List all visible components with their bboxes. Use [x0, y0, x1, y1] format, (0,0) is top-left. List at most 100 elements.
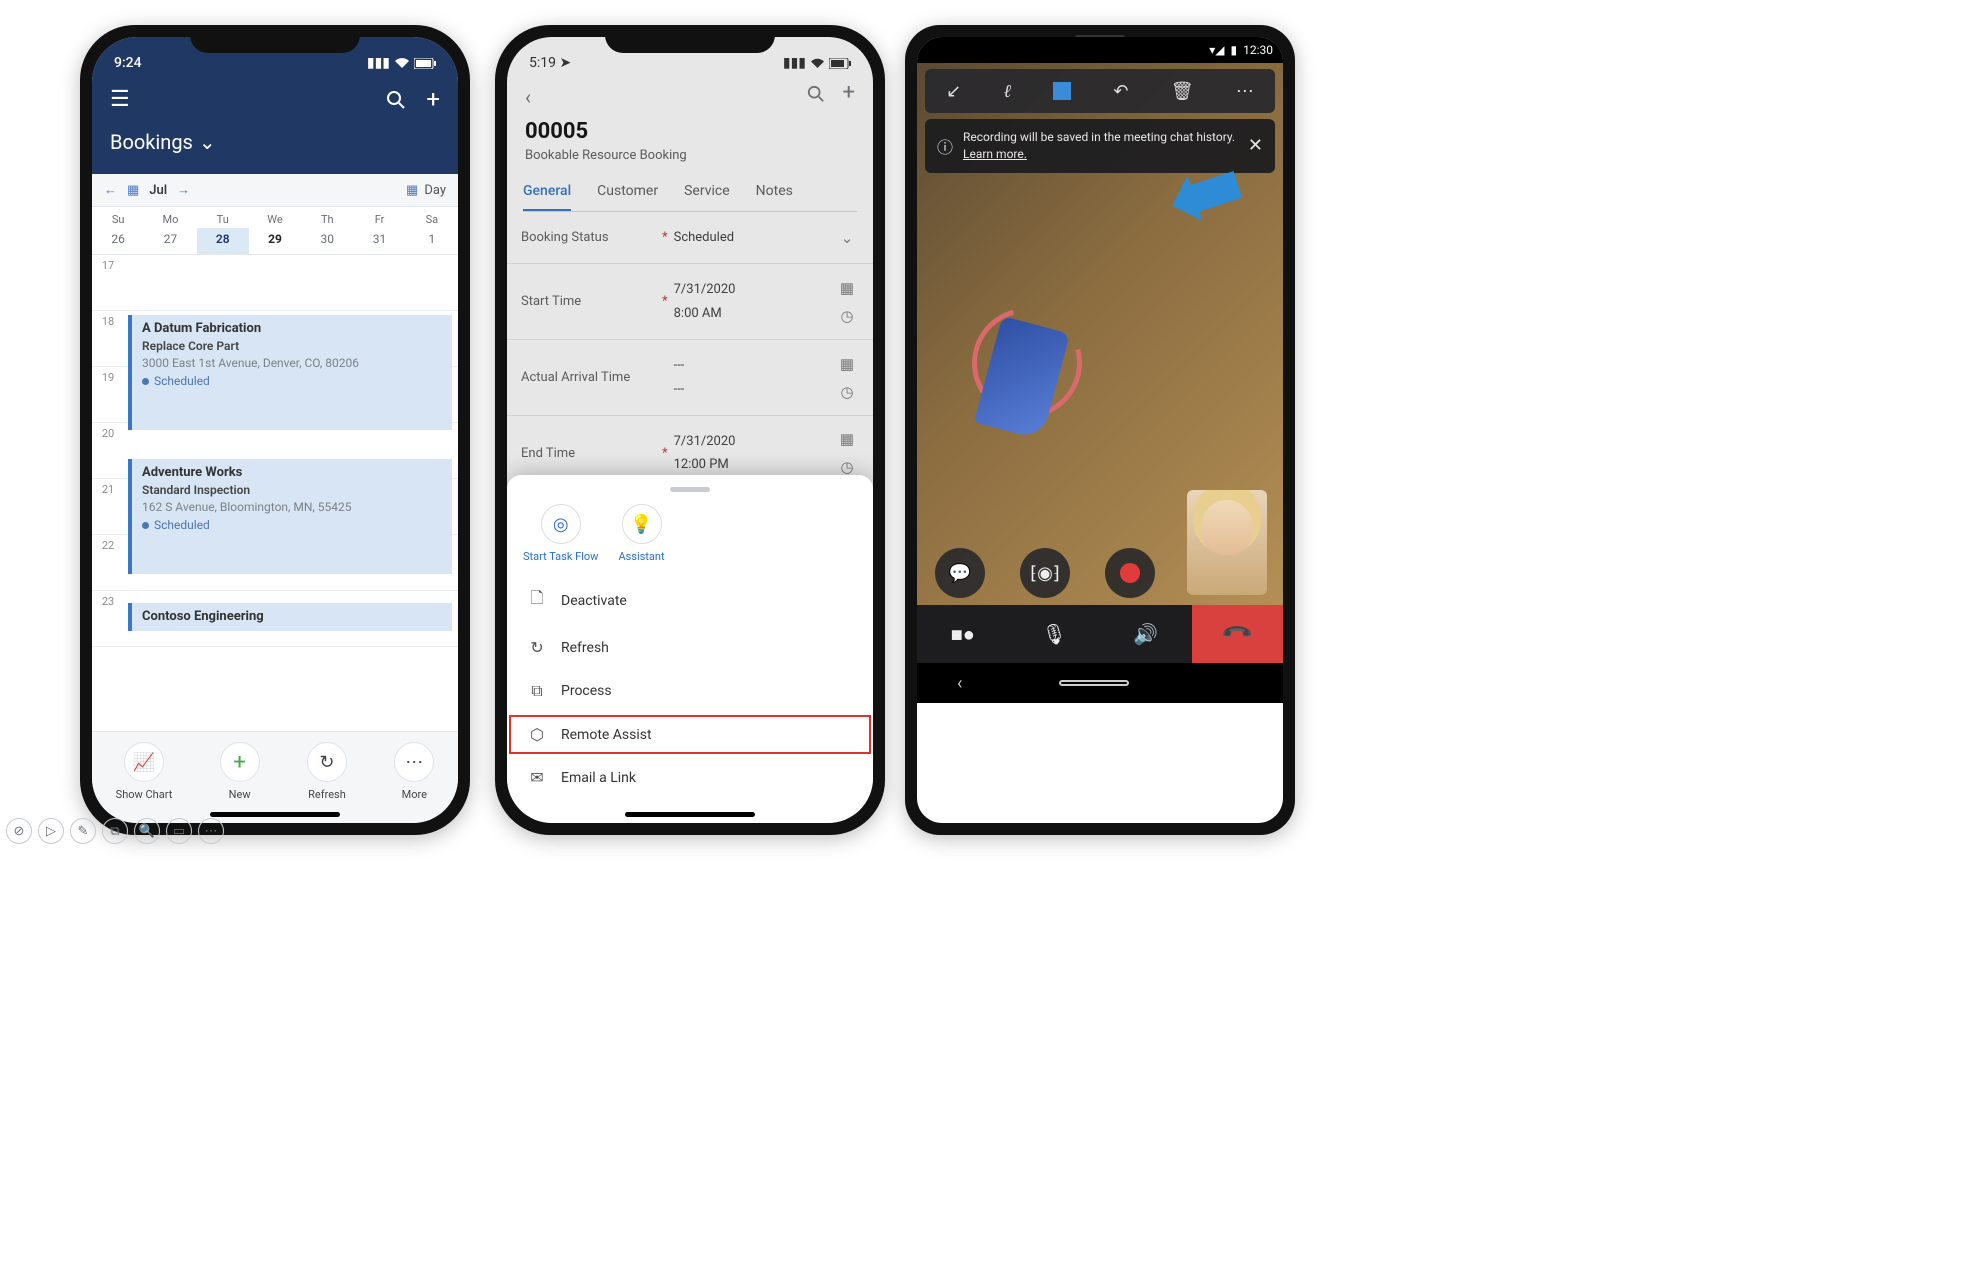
wifi-icon [394, 57, 410, 69]
booking-event[interactable]: Contoso Engineering [128, 603, 452, 631]
ink-icon[interactable]: ℓ [1003, 81, 1011, 102]
scan-button[interactable]: ⁅◉⁆ [1020, 548, 1070, 598]
day-cell[interactable]: 31 [353, 228, 405, 254]
scan-icon: ⁅◉⁆ [1030, 563, 1060, 584]
process-icon: ⧉ [527, 681, 547, 701]
status-bar: ▾◢ ▮ 12:30 [917, 37, 1283, 63]
collapse-icon[interactable]: ↙ [946, 81, 961, 102]
learn-more-link[interactable]: Learn more. [963, 147, 1027, 161]
editor-footer-toolbar: ⊘ ▷ ✎ ⧉ 🔍 ▭ ⋯ [6, 818, 224, 844]
bottom-toolbar: 📈 Show Chart + New ↻ Refresh ⋯ More [92, 731, 458, 823]
self-video-thumbnail[interactable] [1187, 490, 1267, 595]
chat-button[interactable]: 💬 [935, 548, 985, 598]
video-feed: ↙ ℓ ↶ 🗑 ⋯ ⓘ Recording will be saved in t… [917, 63, 1283, 663]
camera-toggle-button[interactable]: ■● [917, 605, 1009, 663]
call-control-bar: ■● 🎙 🔊 📞 [917, 605, 1283, 663]
day-cell[interactable]: 26 [92, 228, 144, 254]
day-cell[interactable]: 1 [406, 228, 458, 254]
recording-banner: ⓘ Recording will be saved in the meeting… [925, 119, 1275, 173]
remote-assist-icon: ⬡ [527, 725, 547, 744]
menu-process[interactable]: ⧉Process [507, 669, 873, 713]
signal-icon: ▮▮▮ [367, 55, 390, 71]
play-icon[interactable]: ▷ [38, 818, 64, 844]
battery-icon [414, 58, 436, 69]
more-button[interactable]: ⋯ More [394, 742, 434, 801]
status-icons: ▮▮▮ [367, 55, 436, 71]
show-chart-button[interactable]: 📈 Show Chart [116, 742, 173, 801]
status-time: 12:30 [1243, 43, 1273, 57]
phone-booking-detail: 5:19 ➤ ▮▮▮ ‹ + 0000 [495, 25, 885, 835]
day-cell-selected[interactable]: 28 [197, 228, 249, 254]
home-button[interactable] [1059, 680, 1129, 686]
menu-remote-assist[interactable]: ⬡Remote Assist [507, 713, 873, 756]
battery-icon: ▮ [1231, 43, 1238, 57]
close-icon[interactable]: ✕ [1248, 135, 1263, 156]
color-swatch[interactable] [1053, 82, 1071, 100]
status-time: 9:24 [114, 55, 142, 71]
pencil-icon[interactable]: ✎ [70, 818, 96, 844]
month-label: Jul [149, 183, 167, 198]
page-title[interactable]: Bookings ⌄ [110, 130, 440, 154]
signal-icon: ▾◢ [1209, 43, 1224, 57]
tool-icon[interactable]: ⊘ [6, 818, 32, 844]
phone-remote-assist-call: ▾◢ ▮ 12:30 ↙ ℓ ↶ 🗑 ⋯ ⓘ Recording will be… [905, 25, 1295, 835]
call-actions-row: 💬 ⁅◉⁆ [917, 548, 1173, 598]
mic-icon: 🎙 [1042, 622, 1067, 646]
add-icon[interactable]: + [426, 90, 440, 110]
arrow-left-icon[interactable]: ← [104, 182, 117, 198]
new-button[interactable]: + New [220, 742, 260, 801]
speaker-toggle-button[interactable]: 🔊 [1100, 605, 1192, 663]
refresh-icon: ↻ [527, 638, 547, 657]
home-indicator[interactable] [210, 812, 340, 817]
calendar-icon[interactable]: ▦ [127, 183, 139, 198]
speaker-icon: 🔊 [1133, 622, 1158, 646]
more-icon[interactable]: ⋯ [1236, 81, 1254, 102]
end-call-button[interactable]: 📞 [1192, 605, 1284, 663]
day-cell-today[interactable]: 29 [249, 228, 301, 254]
app-header: ☰ + Bookings ⌄ [92, 73, 458, 174]
start-task-flow-button[interactable]: ◎ Start Task Flow [523, 504, 598, 563]
trash-icon[interactable]: 🗑 [1171, 81, 1194, 102]
chart-icon: 📈 [133, 752, 155, 773]
target-icon: ◎ [553, 514, 569, 535]
refresh-button[interactable]: ↻ Refresh [307, 742, 347, 801]
refresh-icon: ↻ [319, 752, 334, 773]
more-icon[interactable]: ⋯ [198, 818, 224, 844]
display-icon[interactable]: ▭ [166, 818, 192, 844]
search-icon[interactable] [386, 90, 406, 110]
day-cell[interactable]: 30 [301, 228, 353, 254]
action-sheet: ◎ Start Task Flow 💡 Assistant 🗋Deactivat… [507, 475, 873, 823]
undo-icon[interactable]: ↶ [1113, 81, 1128, 102]
plus-icon: + [233, 750, 245, 775]
menu-email-link[interactable]: ✉Email a Link [507, 756, 873, 799]
chevron-down-icon: ⌄ [199, 130, 216, 154]
calendar-body: 17 18 19 20 21 22 23 A Datum Fabrication… [92, 255, 458, 647]
hamburger-icon[interactable]: ☰ [110, 87, 130, 112]
weekday-row: Su Mo Tu We Th Fr Sa [92, 207, 458, 228]
booking-event[interactable]: A Datum Fabrication Replace Core Part 30… [128, 315, 452, 430]
phone-bookings: 9:24 ▮▮▮ ☰ + [80, 25, 470, 835]
calendar-nav: ← ▦ Jul → ▦ Day [92, 174, 458, 207]
menu-deactivate[interactable]: 🗋Deactivate [507, 575, 873, 626]
menu-refresh[interactable]: ↻Refresh [507, 626, 873, 669]
back-button[interactable]: ‹ [957, 673, 962, 694]
deactivate-icon: 🗋 [527, 587, 547, 614]
info-icon: ⓘ [937, 134, 953, 158]
hangup-icon: 📞 [1220, 617, 1255, 652]
arrow-right-icon[interactable]: → [177, 182, 190, 198]
booking-event[interactable]: Adventure Works Standard Inspection 162 … [128, 459, 452, 574]
daynum-row: 26 27 28 29 30 31 1 [92, 228, 458, 255]
android-nav-bar: ‹ [917, 663, 1283, 703]
grabber[interactable] [670, 487, 710, 492]
calendar-icon: ▦ [406, 183, 418, 198]
view-mode[interactable]: Day [424, 183, 446, 198]
day-cell[interactable]: 27 [144, 228, 196, 254]
copy-icon[interactable]: ⧉ [102, 818, 128, 844]
assistant-button[interactable]: 💡 Assistant [618, 504, 664, 563]
zoom-icon[interactable]: 🔍 [134, 818, 160, 844]
annotation-toolbar: ↙ ℓ ↶ 🗑 ⋯ [925, 69, 1275, 113]
more-icon: ⋯ [405, 752, 423, 773]
home-indicator[interactable] [625, 812, 755, 817]
record-button[interactable] [1105, 548, 1155, 598]
mic-toggle-button[interactable]: 🎙 [1009, 605, 1101, 663]
